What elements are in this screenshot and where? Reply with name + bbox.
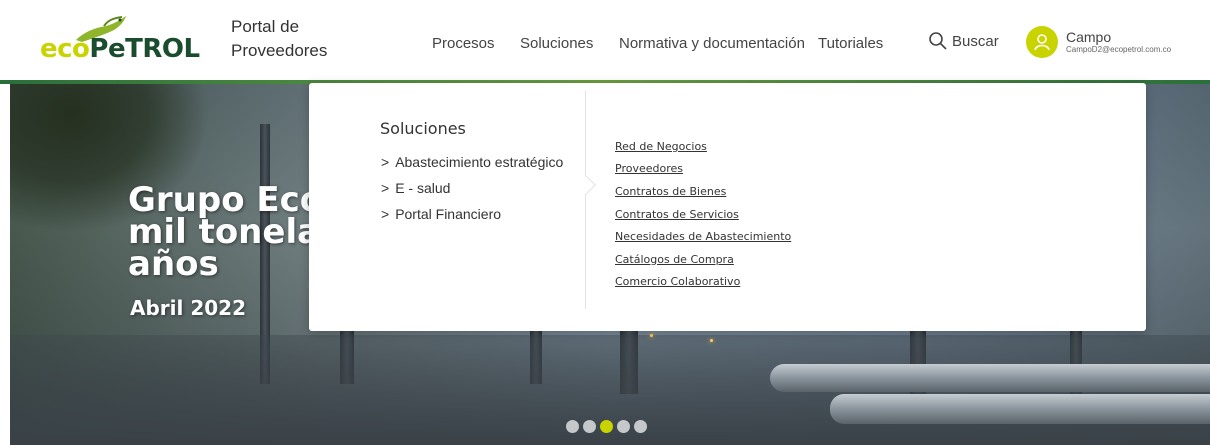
link-comercio-colaborativo[interactable]: Comercio Colaborativo — [615, 271, 791, 294]
hero-light — [650, 334, 653, 337]
ecopetrol-logo[interactable]: ecoPeTROL — [40, 14, 200, 66]
logo-text: ecoPeTROL — [40, 34, 200, 64]
category-e-salud[interactable]: > E - salud — [381, 175, 563, 201]
carousel-dot[interactable] — [583, 420, 596, 433]
hero-pipe — [770, 364, 1210, 392]
user-email: CampoD2@ecopetrol.com.co — [1066, 44, 1172, 54]
carousel-dot[interactable] — [634, 420, 647, 433]
category-label: E - salud — [395, 180, 451, 196]
nav-tutoriales[interactable]: Tutoriales — [818, 35, 883, 52]
user-name: Campo — [1066, 28, 1112, 45]
nav-normativa[interactable]: Normativa y documentación — [619, 35, 805, 52]
category-abastecimiento[interactable]: > Abastecimiento estratégico — [381, 149, 563, 175]
dropdown-title: Soluciones — [380, 119, 466, 138]
carousel-dot[interactable] — [566, 420, 579, 433]
link-proveedores[interactable]: Proveedores — [615, 158, 791, 181]
dropdown-notch — [576, 175, 596, 195]
link-catalogos-compra[interactable]: Catálogos de Compra — [615, 248, 791, 271]
search-button[interactable]: Buscar — [928, 31, 999, 51]
chevron-right-icon: > — [381, 154, 390, 170]
chevron-right-icon: > — [381, 180, 390, 196]
category-label: Portal Financiero — [395, 206, 502, 222]
link-contratos-servicios[interactable]: Contratos de Servicios — [615, 203, 791, 226]
carousel-dot[interactable] — [617, 420, 630, 433]
hero-date: Abril 2022 — [130, 296, 246, 320]
avatar — [1026, 26, 1058, 58]
search-label: Buscar — [952, 32, 999, 50]
soluciones-dropdown: Soluciones > Abastecimiento estratégico … — [309, 83, 1146, 331]
link-red-de-negocios[interactable]: Red de Negocios — [615, 135, 791, 158]
link-necesidades-abastecimiento[interactable]: Necesidades de Abastecimiento — [615, 225, 791, 248]
category-label: Abastecimiento estratégico — [395, 154, 564, 170]
site-header: ecoPeTROL Portal de Proveedores Procesos… — [0, 0, 1210, 80]
carousel-dot-active[interactable] — [600, 420, 613, 433]
nav-soluciones[interactable]: Soluciones — [520, 35, 593, 52]
search-icon — [929, 32, 947, 50]
portal-title[interactable]: Portal de Proveedores — [231, 15, 371, 63]
link-contratos-bienes[interactable]: Contratos de Bienes — [615, 180, 791, 203]
user-menu[interactable]: Campo CampoD2@ecopetrol.com.co — [1026, 26, 1171, 58]
dropdown-links: Red de Negocios Proveedores Contratos de… — [615, 135, 791, 293]
dropdown-divider — [585, 91, 586, 309]
carousel-dots — [566, 420, 647, 433]
chevron-right-icon: > — [381, 206, 390, 222]
hero-light — [710, 339, 713, 342]
dropdown-categories: > Abastecimiento estratégico > E - salud… — [381, 149, 563, 227]
user-icon — [1034, 34, 1050, 51]
hero-pipe — [830, 394, 1210, 424]
category-portal-financiero[interactable]: > Portal Financiero — [381, 201, 563, 227]
nav-procesos[interactable]: Procesos — [432, 35, 495, 52]
